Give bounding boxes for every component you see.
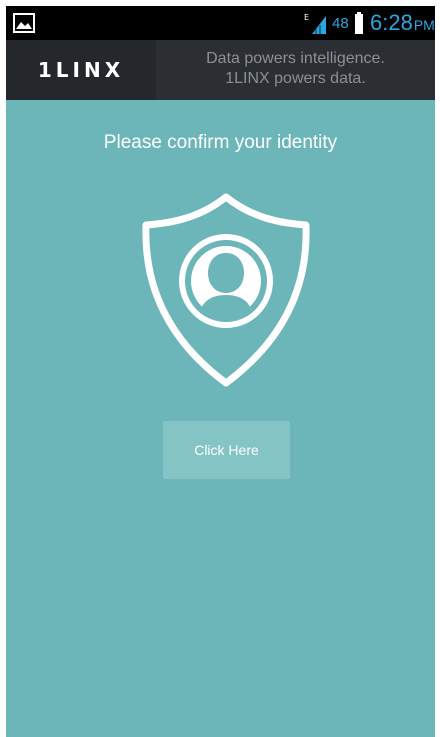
- gallery-icon: [13, 13, 35, 33]
- click-here-button[interactable]: Click Here: [163, 421, 290, 479]
- brand-logo: 1LINX: [37, 58, 125, 82]
- clock-ampm: PM: [413, 17, 435, 33]
- tagline-area: Data powers intelligence. 1LINX powers d…: [156, 40, 435, 100]
- phone-screen: E 48 6:28PM 1LINX Data powers intelligen…: [6, 6, 435, 737]
- network-type-label: E: [304, 13, 309, 22]
- app-header: 1LINX Data powers intelligence. 1LINX po…: [6, 40, 435, 100]
- clock: 6:28PM: [370, 10, 435, 36]
- status-bar: E 48 6:28PM: [6, 6, 435, 40]
- tagline-line1: Data powers intelligence.: [206, 50, 385, 67]
- shield-user-icon: [142, 193, 310, 387]
- brand-area: 1LINX: [6, 40, 156, 100]
- identity-prompt: Please confirm your identity: [103, 132, 338, 153]
- battery-percent: 48: [332, 15, 349, 32]
- clock-time: 6:28: [370, 10, 413, 35]
- tagline-line2: 1LINX powers data.: [225, 70, 366, 87]
- signal-icon: E: [304, 13, 326, 34]
- battery-icon: [355, 12, 363, 34]
